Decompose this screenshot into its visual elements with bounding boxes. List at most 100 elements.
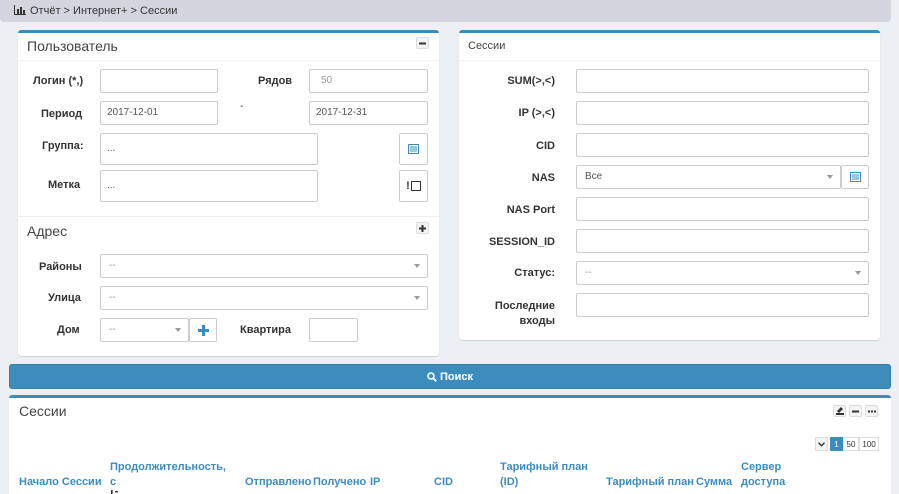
export-icon xyxy=(835,407,844,415)
nas-select-button[interactable] xyxy=(841,165,869,189)
bar-chart-icon xyxy=(14,5,26,15)
period-dash: - xyxy=(240,101,244,112)
search-label: Поиск xyxy=(439,370,473,383)
more-button[interactable] xyxy=(865,405,878,417)
col-session-start[interactable]: Начало Сессии xyxy=(19,475,102,490)
district-value: -- xyxy=(109,260,116,271)
search-icon xyxy=(427,371,437,382)
period-label: Период xyxy=(41,108,83,120)
session-id-input[interactable] xyxy=(576,229,869,253)
chevron-down-icon xyxy=(414,296,420,300)
flat-input[interactable] xyxy=(309,318,358,342)
breadcrumb-item-report[interactable]: Отчёт xyxy=(30,5,60,17)
login-label: Логин (*,) xyxy=(33,75,84,87)
chevron-down-icon xyxy=(818,441,825,447)
results-title: Сессии xyxy=(19,403,67,419)
chevron-down-icon xyxy=(827,175,833,179)
rows-label: Рядов xyxy=(258,75,293,87)
last-logins-label-line-2: входы xyxy=(519,315,555,327)
sort-icon xyxy=(111,490,118,494)
chevron-down-icon xyxy=(414,264,420,268)
col-tariff[interactable]: Тарифный план xyxy=(606,475,694,490)
col-duration[interactable]: Продолжительность, с xyxy=(110,460,230,494)
cid-input[interactable] xyxy=(576,133,869,157)
minus-icon xyxy=(419,42,426,44)
address-title: Адрес xyxy=(27,223,68,239)
breadcrumb-item-sessions: Сессии xyxy=(140,5,178,17)
district-label: Районы xyxy=(39,261,82,273)
sum-label: SUM(>,<) xyxy=(507,75,555,87)
house-label: Дом xyxy=(57,324,80,336)
page-size-100[interactable]: 100 xyxy=(859,437,879,451)
col-duration-label: Продолжительность, с xyxy=(110,461,226,488)
user-panel-title: Пользователь xyxy=(27,38,118,54)
status-label: Статус: xyxy=(514,267,555,279)
flat-label: Квартира xyxy=(240,324,292,336)
chevron-down-icon xyxy=(175,328,181,332)
ellipsis-icon xyxy=(867,410,876,412)
rows-input[interactable]: 50 xyxy=(309,69,428,93)
col-tariff-id[interactable]: Тарифный план (ID) xyxy=(500,460,590,490)
page-size-toggle[interactable] xyxy=(815,437,828,451)
col-access-server[interactable]: Сервер доступа xyxy=(741,460,801,490)
ip-label: IP (>,<) xyxy=(518,107,555,119)
col-cid[interactable]: CID xyxy=(434,475,453,490)
breadcrumb-item-internet[interactable]: Интернет+ xyxy=(73,5,127,17)
last-logins-label: Последние входы xyxy=(460,299,555,329)
tag-label: Метка xyxy=(48,179,81,191)
period-to-input[interactable]: 2017-12-31 xyxy=(309,101,428,125)
plus-icon xyxy=(419,224,426,232)
collapse-results-button[interactable] xyxy=(849,405,862,417)
sessions-filter-title: Сессии xyxy=(468,40,506,52)
collapse-user-button[interactable] xyxy=(416,37,429,49)
breadcrumb: Отчёт > Интернет+ > Сессии xyxy=(0,0,891,22)
col-sum[interactable]: Сумма xyxy=(696,475,732,490)
export-button[interactable] xyxy=(833,405,846,417)
group-select-button[interactable] xyxy=(399,133,428,165)
status-select[interactable]: -- xyxy=(576,261,869,285)
tag-not-checkbox[interactable]: ! xyxy=(399,170,428,202)
house-value: -- xyxy=(109,324,116,335)
divider xyxy=(459,60,880,61)
expand-address-button[interactable] xyxy=(416,222,429,234)
street-label: Улица xyxy=(48,292,81,304)
breadcrumb-separator: > xyxy=(63,5,70,17)
divider xyxy=(18,60,439,61)
search-button[interactable]: Поиск xyxy=(9,364,891,389)
nas-port-input[interactable] xyxy=(576,197,869,221)
group-label: Группа: xyxy=(42,140,84,152)
breadcrumb-separator: > xyxy=(130,5,137,17)
checkbox-icon xyxy=(410,181,421,191)
minus-icon xyxy=(852,410,859,412)
list-icon xyxy=(849,172,861,182)
col-sent[interactable]: Отправлено xyxy=(245,475,311,490)
house-select[interactable]: -- xyxy=(100,318,189,342)
tag-input[interactable]: ... xyxy=(100,170,318,202)
divider xyxy=(18,216,439,217)
page-size-50[interactable]: 50 xyxy=(843,437,859,451)
last-logins-input[interactable] xyxy=(576,293,869,317)
ip-input[interactable] xyxy=(576,101,869,125)
last-logins-label-line-1: Последние xyxy=(494,300,555,312)
nas-port-label: NAS Port xyxy=(506,204,555,216)
nas-label: NAS xyxy=(531,172,555,184)
col-received[interactable]: Получено xyxy=(313,475,366,490)
group-input[interactable]: ... xyxy=(100,133,318,165)
add-house-button[interactable] xyxy=(189,318,217,342)
street-select[interactable]: -- xyxy=(100,286,428,310)
not-mark: ! xyxy=(406,180,410,192)
district-select[interactable]: -- xyxy=(100,254,428,278)
col-ip[interactable]: IP xyxy=(370,475,380,490)
chevron-down-icon xyxy=(855,271,861,275)
sum-input[interactable] xyxy=(576,69,869,93)
period-from-input[interactable]: 2017-12-01 xyxy=(100,101,218,125)
nas-value: Все xyxy=(585,171,603,182)
street-value: -- xyxy=(109,292,116,303)
page-size-1[interactable]: 1 xyxy=(830,437,843,451)
status-value: -- xyxy=(585,267,592,278)
session-id-label: SESSION_ID xyxy=(488,236,555,248)
plus-icon xyxy=(197,324,209,336)
login-input[interactable] xyxy=(100,69,218,93)
nas-select[interactable]: Все xyxy=(576,165,841,189)
cid-label: CID xyxy=(536,140,555,152)
